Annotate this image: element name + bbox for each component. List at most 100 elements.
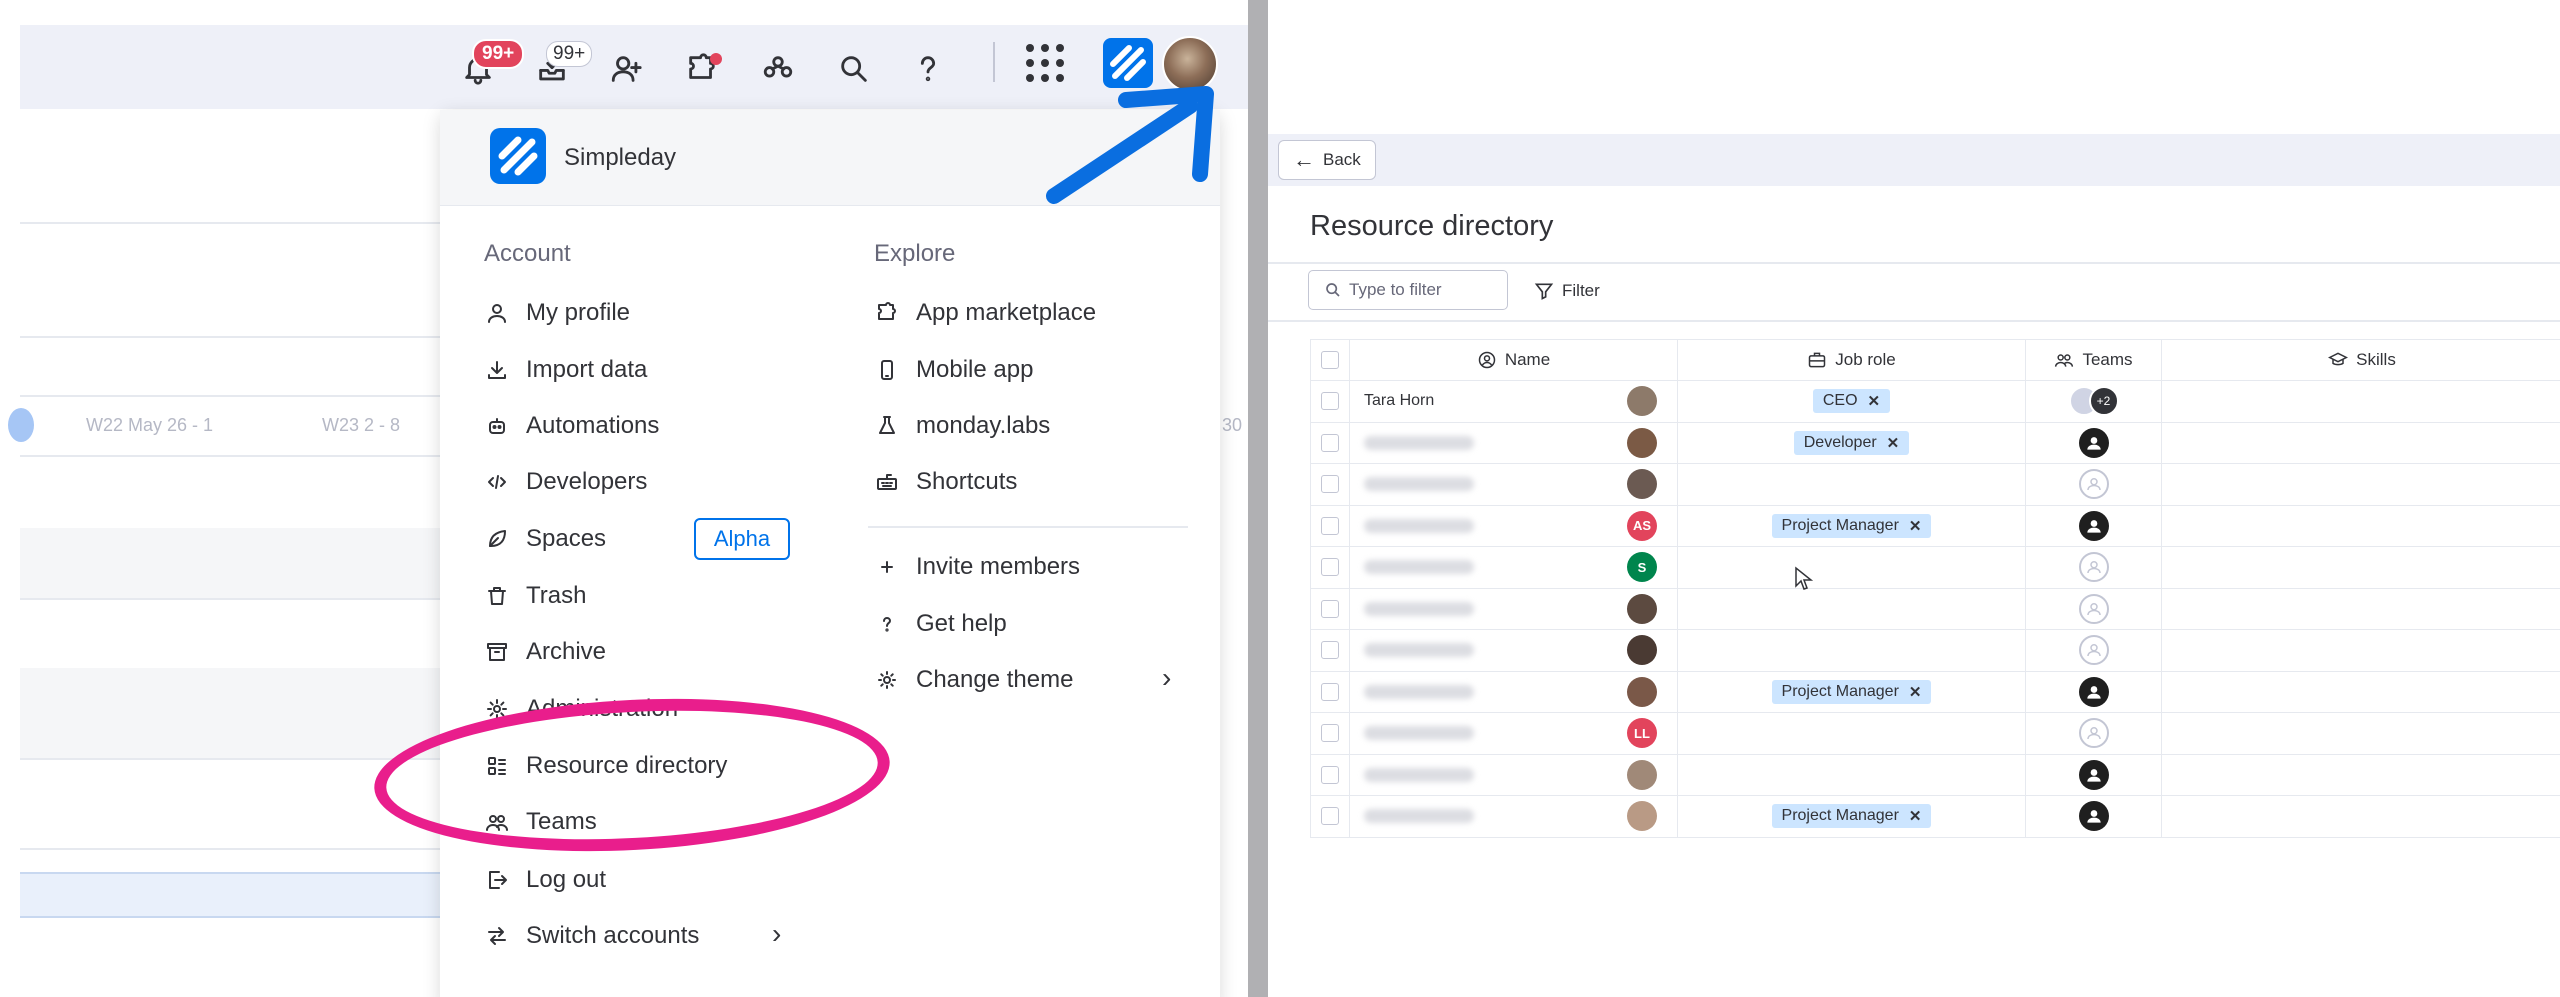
teams-cell[interactable]: [2026, 464, 2162, 505]
remove-chip-icon[interactable]: ✕: [1909, 683, 1922, 701]
skills-cell[interactable]: [2162, 630, 2560, 671]
empty-team-icon[interactable]: [2078, 635, 2109, 666]
job-role-chip[interactable]: Project Manager ✕: [1771, 804, 1932, 829]
column-header-job-role[interactable]: Job role: [1678, 340, 2026, 380]
job-role-chip[interactable]: Project Manager ✕: [1771, 679, 1932, 704]
menu-item-get-help[interactable]: Get help: [874, 604, 1007, 644]
name-cell[interactable]: [1350, 754, 1678, 795]
skills-cell[interactable]: [2162, 672, 2560, 713]
table-row[interactable]: AS Project Manager ✕: [1310, 505, 2560, 547]
menu-item-import-data[interactable]: Import data: [484, 350, 647, 390]
name-cell[interactable]: [1350, 464, 1678, 505]
row-checkbox[interactable]: [1321, 641, 1339, 660]
job-role-cell[interactable]: [1678, 754, 2026, 795]
skills-cell[interactable]: [2162, 423, 2560, 464]
table-row[interactable]: Tara Horn CEO ✕ +2: [1310, 381, 2560, 423]
invite-members-button[interactable]: [604, 47, 648, 91]
remove-chip-icon[interactable]: ✕: [1909, 517, 1922, 535]
teams-cell[interactable]: [2026, 713, 2162, 754]
row-checkbox[interactable]: [1321, 558, 1339, 577]
job-role-cell[interactable]: [1678, 464, 2026, 505]
name-cell[interactable]: LL: [1350, 713, 1678, 754]
filter-input[interactable]: Type to filter: [1308, 270, 1508, 310]
table-row[interactable]: Developer ✕: [1310, 422, 2560, 464]
job-role-cell[interactable]: CEO ✕: [1678, 381, 2026, 422]
search-button[interactable]: [832, 47, 876, 91]
row-checkbox[interactable]: [1321, 392, 1339, 411]
help-button[interactable]: [906, 47, 950, 91]
empty-team-icon[interactable]: [2078, 718, 2109, 749]
team-group-icon[interactable]: [2078, 676, 2109, 707]
menu-item-mobile-app[interactable]: Mobile app: [874, 350, 1033, 390]
team-group-icon[interactable]: [2078, 427, 2109, 458]
row-checkbox[interactable]: [1321, 807, 1339, 826]
select-all-checkbox[interactable]: [1321, 351, 1339, 369]
notifications-button[interactable]: 99+: [456, 39, 525, 91]
table-row[interactable]: LL: [1310, 713, 2560, 755]
job-role-cell[interactable]: Project Manager ✕: [1678, 796, 2026, 837]
name-cell[interactable]: S: [1350, 547, 1678, 588]
table-row[interactable]: S: [1310, 547, 2560, 589]
table-row[interactable]: [1310, 464, 2560, 506]
menu-item-switch-accounts[interactable]: Switch accounts: [484, 916, 699, 956]
skills-cell[interactable]: [2162, 506, 2560, 547]
job-role-cell[interactable]: Developer ✕: [1678, 422, 2026, 463]
team-avatars[interactable]: +2: [2068, 386, 2119, 417]
empty-team-icon[interactable]: [2078, 552, 2109, 583]
job-role-cell[interactable]: Project Manager ✕: [1678, 671, 2026, 712]
teams-cell[interactable]: +2: [2026, 381, 2162, 422]
teams-cell[interactable]: [2026, 754, 2162, 795]
job-role-cell[interactable]: [1678, 588, 2026, 629]
menu-item-invite-members[interactable]: Invite members: [874, 547, 1080, 587]
name-cell[interactable]: Tara Horn: [1350, 381, 1678, 422]
menu-item-my-profile[interactable]: My profile: [484, 293, 630, 333]
job-role-chip[interactable]: CEO ✕: [1812, 389, 1891, 414]
column-header-teams[interactable]: Teams: [2026, 340, 2162, 380]
menu-item-developers[interactable]: Developers: [484, 462, 647, 502]
name-cell[interactable]: [1350, 671, 1678, 712]
row-checkbox[interactable]: [1321, 599, 1339, 618]
teams-button[interactable]: [756, 47, 800, 91]
job-role-cell[interactable]: Project Manager ✕: [1678, 505, 2026, 546]
empty-team-icon[interactable]: [2078, 593, 2109, 624]
menu-item-change-theme[interactable]: Change theme: [874, 660, 1073, 700]
menu-item-log-out[interactable]: Log out: [484, 860, 606, 900]
skills-cell[interactable]: [2162, 381, 2560, 422]
name-cell[interactable]: [1350, 630, 1678, 671]
row-checkbox[interactable]: [1321, 433, 1339, 452]
team-group-icon[interactable]: [2078, 801, 2109, 832]
job-role-cell[interactable]: [1678, 713, 2026, 754]
remove-chip-icon[interactable]: ✕: [1868, 392, 1881, 410]
row-checkbox[interactable]: [1321, 516, 1339, 535]
name-cell[interactable]: AS: [1350, 505, 1678, 546]
job-role-cell[interactable]: [1678, 547, 2026, 588]
job-role-chip[interactable]: Developer ✕: [1793, 430, 1910, 455]
inbox-button[interactable]: 99+: [530, 41, 593, 91]
skills-cell[interactable]: [2162, 547, 2560, 588]
skills-cell[interactable]: [2162, 755, 2560, 796]
table-row[interactable]: [1310, 630, 2560, 672]
remove-chip-icon[interactable]: ✕: [1887, 434, 1900, 452]
team-group-icon[interactable]: [2078, 759, 2109, 790]
table-row[interactable]: Project Manager ✕: [1310, 796, 2560, 838]
skills-cell[interactable]: [2162, 464, 2560, 505]
apps-marketplace-button[interactable]: [680, 47, 724, 91]
remove-chip-icon[interactable]: ✕: [1909, 807, 1922, 825]
menu-item-app-marketplace[interactable]: App marketplace: [874, 293, 1096, 333]
table-row[interactable]: Project Manager ✕: [1310, 671, 2560, 713]
teams-cell[interactable]: [2026, 671, 2162, 712]
team-group-icon[interactable]: [2078, 510, 2109, 541]
skills-cell[interactable]: [2162, 796, 2560, 837]
row-checkbox[interactable]: [1321, 765, 1339, 784]
column-header-name[interactable]: Name: [1350, 340, 1678, 380]
row-checkbox[interactable]: [1321, 682, 1339, 701]
row-checkbox[interactable]: [1321, 724, 1339, 743]
filter-button[interactable]: Filter: [1534, 274, 1600, 308]
menu-item-spaces[interactable]: Spaces: [484, 519, 606, 559]
teams-cell[interactable]: [2026, 796, 2162, 837]
menu-item-shortcuts[interactable]: Shortcuts: [874, 462, 1017, 502]
teams-cell[interactable]: [2026, 547, 2162, 588]
name-cell[interactable]: [1350, 422, 1678, 463]
name-cell[interactable]: [1350, 588, 1678, 629]
menu-item-archive[interactable]: Archive: [484, 632, 606, 672]
